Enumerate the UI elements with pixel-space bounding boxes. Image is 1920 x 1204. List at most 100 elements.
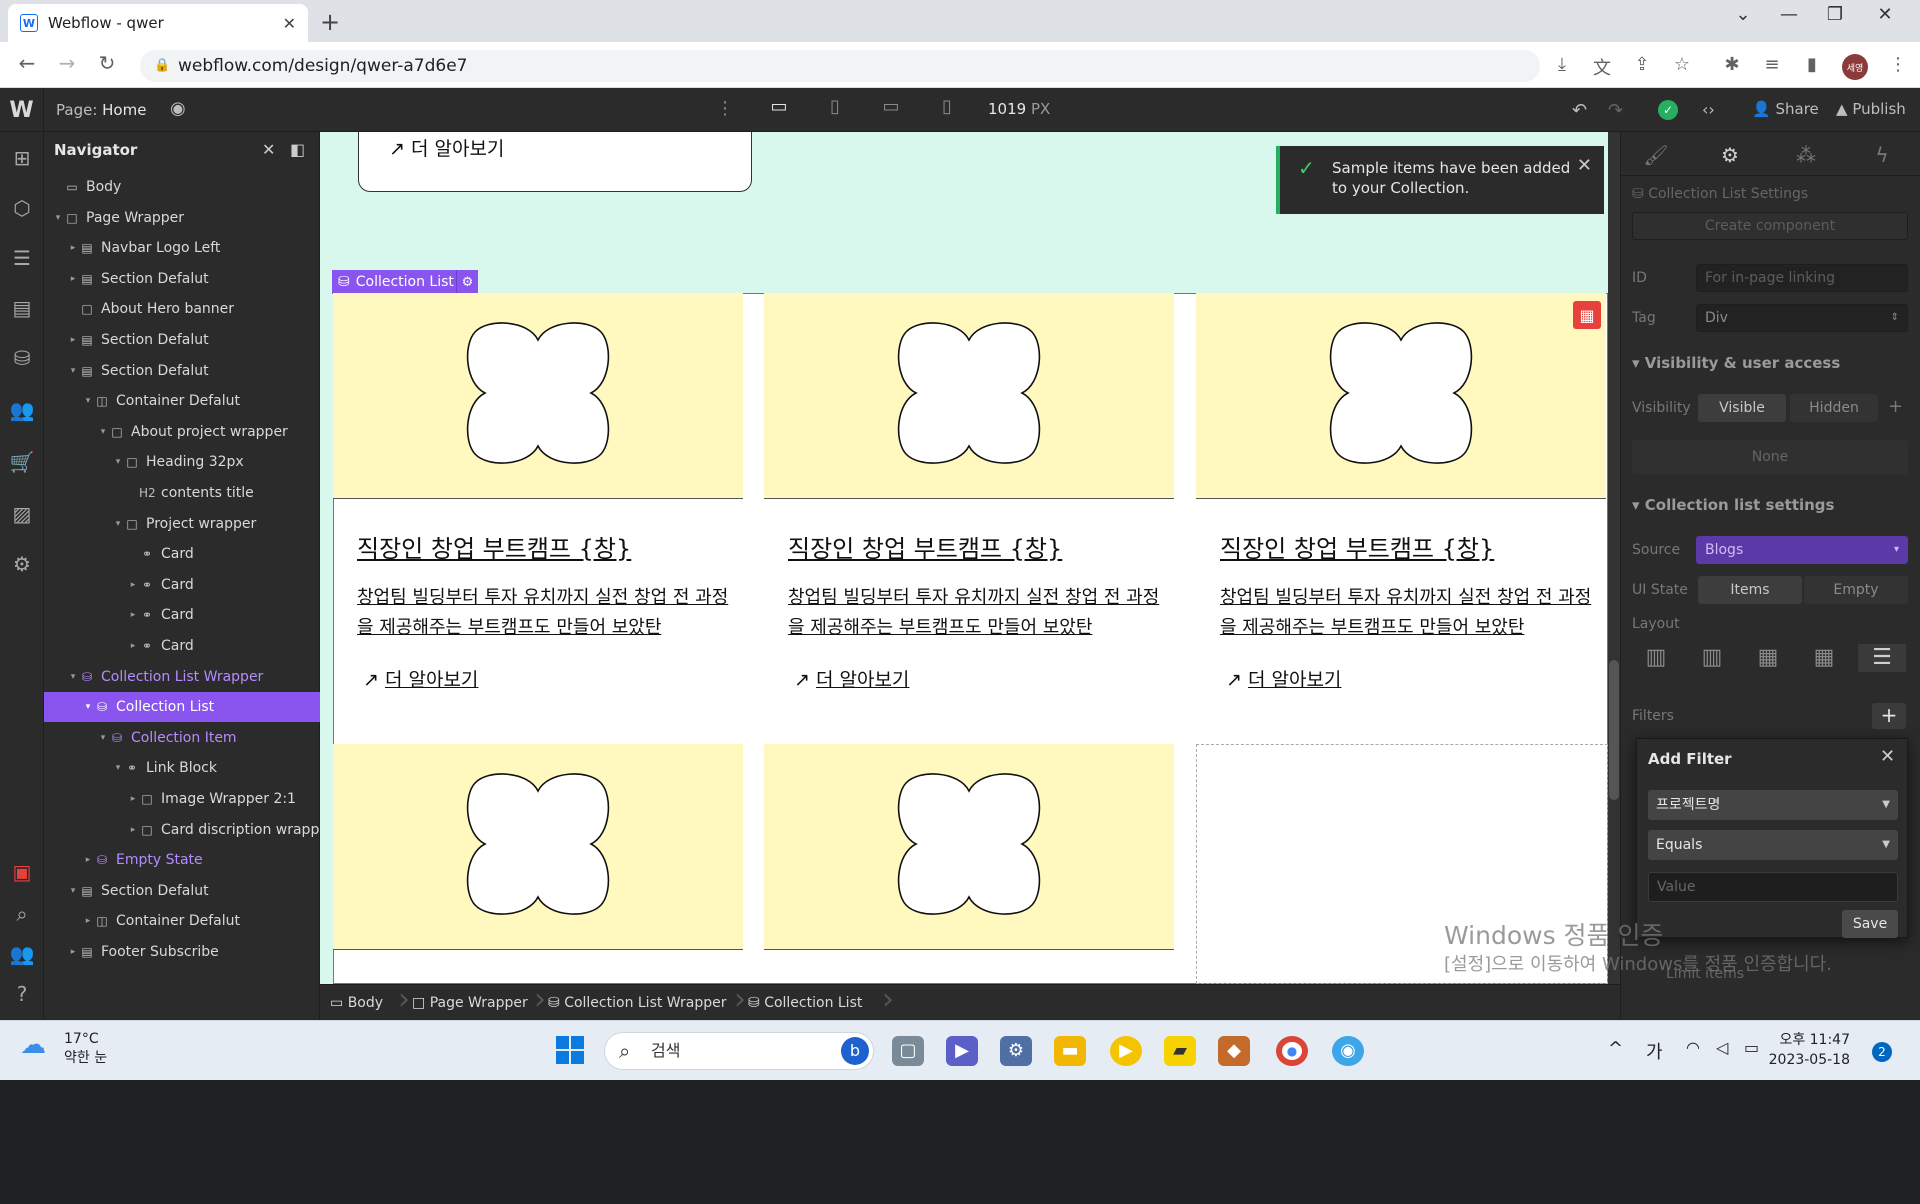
volume-icon[interactable]: ◁	[1716, 1038, 1728, 1057]
collection-item-card[interactable]: 직장인 창업 부트캠프 {창} 창업팀 빌딩부터 투자 유치까지 실전 창업 전 …	[764, 293, 1174, 753]
install-icon[interactable]: ⤓	[1548, 54, 1576, 75]
components-icon[interactable]: ⬡	[0, 196, 44, 220]
navigator-icon[interactable]: ☰	[0, 246, 44, 270]
community-icon[interactable]: 👥	[0, 942, 44, 966]
sticky-notes-icon[interactable]: ▰	[1164, 1036, 1196, 1066]
browser-app-icon[interactable]: ◉	[1332, 1036, 1364, 1066]
navigator-row[interactable]: ▸ ▤ Section Defalut	[44, 264, 320, 294]
bookmark-star-icon[interactable]: ☆	[1668, 54, 1696, 75]
navigator-row[interactable]: ▸ □ Image Wrapper 2:1	[44, 784, 320, 814]
navigator-row[interactable]: ▸ ▤ Footer Subscribe	[44, 937, 320, 967]
windows-start-icon[interactable]	[555, 1035, 585, 1065]
collection-list-tag[interactable]: ⛁ Collection List	[332, 270, 460, 294]
redo-icon[interactable]: ↷	[1608, 100, 1623, 121]
taskbar-clock[interactable]: 오후 11:47 2023-05-18	[1762, 1030, 1850, 1070]
task-view-icon[interactable]: ▢	[892, 1036, 924, 1066]
help-icon[interactable]: ?	[0, 982, 44, 1006]
profile-avatar[interactable]: 세영	[1842, 54, 1868, 80]
add-filter-button[interactable]: +	[1872, 703, 1906, 729]
filter-operator-select[interactable]: Equals ▼	[1648, 830, 1898, 860]
battery-icon[interactable]: ▭	[1744, 1038, 1759, 1057]
chevron-right-icon[interactable]: ▸	[67, 335, 79, 345]
chevron-down-icon[interactable]: ▾	[97, 427, 109, 437]
add-elements-icon[interactable]: ⊞	[0, 146, 44, 170]
top-card-fragment[interactable]: ↗ 더 알아보기	[358, 132, 752, 192]
navigator-row[interactable]: □ About Hero banner	[44, 294, 320, 324]
side-panel-icon[interactable]: ▮	[1798, 54, 1826, 75]
canvas-scrollbar[interactable]	[1608, 132, 1620, 984]
ecommerce-icon[interactable]: 🛒	[0, 450, 44, 474]
search-icon[interactable]: ⌕	[0, 902, 44, 926]
chevron-right-icon[interactable]: ▸	[67, 243, 79, 253]
navigator-row[interactable]: ▸ □ Card discription wrapper	[44, 815, 320, 845]
notification-badge[interactable]: 2	[1872, 1042, 1892, 1062]
settings-app-icon[interactable]: ⚙	[1000, 1036, 1032, 1066]
record-icon[interactable]: ▣	[0, 860, 44, 884]
filter-value-input[interactable]: Value	[1648, 872, 1898, 902]
teams-icon[interactable]: ▶	[946, 1036, 978, 1066]
card-link[interactable]: ↗ 더 알아보기	[363, 665, 478, 692]
chevron-down-icon[interactable]: ▾	[67, 886, 79, 896]
items-state-tab[interactable]: Items	[1698, 576, 1802, 604]
navigator-row[interactable]: ▾ ▤ Section Defalut	[44, 356, 320, 386]
close-navigator-icon[interactable]: ✕	[262, 140, 275, 159]
empty-state-tab[interactable]: Empty	[1804, 576, 1908, 604]
navigator-row[interactable]: ▾ □ Project wrapper	[44, 509, 320, 539]
maximize-icon[interactable]: ❐	[1812, 4, 1858, 25]
settings-gear-icon[interactable]: ⚙	[1710, 143, 1750, 167]
scrollbar-thumb[interactable]	[1609, 660, 1619, 800]
style-brush-icon[interactable]: 🖌	[1636, 143, 1676, 167]
code-icon[interactable]: ‹›	[1702, 100, 1715, 119]
undo-icon[interactable]: ↶	[1572, 100, 1587, 121]
close-toast-icon[interactable]: ✕	[1577, 156, 1592, 176]
navigator-row[interactable]: ▸ ⚭ Card	[44, 570, 320, 600]
navigator-row[interactable]: ▾ ⛁ Collection List Wrapper	[44, 662, 320, 692]
collection-list-settings-header[interactable]: ▾ Collection list settings	[1632, 496, 1834, 514]
navigator-row[interactable]: ⚭ Card	[44, 539, 320, 569]
page-selector[interactable]: Page: Home	[56, 101, 146, 119]
bing-icon[interactable]: b	[841, 1037, 869, 1065]
navigator-row[interactable]: ▸ ⛁ Empty State	[44, 845, 320, 875]
card-link[interactable]: ↗ 더 알아보기	[794, 665, 909, 692]
wifi-icon[interactable]: ◠	[1686, 1038, 1700, 1057]
layout-3col-icon[interactable]: ▥	[1688, 644, 1736, 672]
close-filter-icon[interactable]: ✕	[1880, 746, 1895, 767]
tab-search-icon[interactable]: ⌄	[1720, 4, 1766, 25]
chevron-down-icon[interactable]: ▾	[97, 733, 109, 743]
desktop-breakpoint-icon[interactable]: ▭	[764, 96, 794, 124]
chevron-down-icon[interactable]: ▾	[82, 396, 94, 406]
translate-icon[interactable]: 文	[1588, 54, 1616, 80]
url-input[interactable]: 🔒 webflow.com/design/qwer-a7d6e7	[140, 50, 1540, 82]
navigator-row[interactable]: ▸ ⚭ Card	[44, 631, 320, 661]
share-page-icon[interactable]: ⇪	[1628, 54, 1656, 75]
navigator-row[interactable]: ▸ ▤ Navbar Logo Left	[44, 233, 320, 263]
chevron-right-icon[interactable]: ▸	[67, 274, 79, 284]
chevron-right-icon[interactable]: ▸	[127, 794, 139, 804]
element-settings-icon[interactable]: ⚙	[456, 270, 478, 294]
tray-overflow-icon[interactable]: ^	[1608, 1038, 1623, 1059]
navigator-row[interactable]: ▸ ▤ Section Defalut	[44, 325, 320, 355]
breadcrumb-item[interactable]: ▭ Body	[330, 995, 383, 1011]
interactions-drops-icon[interactable]: ⁂	[1786, 143, 1826, 167]
navigator-row[interactable]: ▭ Body	[44, 172, 320, 202]
chevron-right-icon[interactable]: ▸	[127, 641, 139, 651]
cms-icon[interactable]: ⛁	[0, 346, 44, 370]
close-tab-icon[interactable]: ✕	[283, 14, 296, 33]
status-check-icon[interactable]: ✓	[1658, 100, 1678, 120]
more-options-icon[interactable]: ⋮	[716, 98, 734, 119]
mobile-landscape-breakpoint-icon[interactable]: ▭	[876, 96, 906, 124]
forward-icon[interactable]: →	[52, 51, 82, 75]
source-select[interactable]: Blogs ▾	[1696, 536, 1908, 564]
extensions-icon[interactable]: ✱	[1718, 54, 1746, 75]
publish-button[interactable]: ▲ Publish	[1836, 100, 1906, 118]
webflow-logo-icon[interactable]: W	[0, 88, 44, 132]
collection-item-card[interactable]: 직장인 창업 부트캠프 {창} 창업팀 빌딩부터 투자 유치까지 실전 창업 전 …	[333, 293, 743, 753]
layout-rows-icon[interactable]: ☰	[1858, 644, 1906, 672]
chevron-down-icon[interactable]: ▾	[112, 457, 124, 467]
chevron-right-icon[interactable]: ▸	[82, 916, 94, 926]
game-app-icon[interactable]: ◆	[1218, 1036, 1250, 1066]
hidden-toggle[interactable]: Hidden	[1790, 394, 1878, 422]
filter-field-select[interactable]: 프로젝트명 ▼	[1648, 790, 1898, 820]
visibility-section-header[interactable]: ▾ Visibility & user access	[1632, 354, 1840, 372]
collection-item-card[interactable]: 직장인 창업 부트캠프 {창} 창업팀 빌딩부터 투자 유치까지 실전 창업 전 …	[1196, 293, 1606, 753]
